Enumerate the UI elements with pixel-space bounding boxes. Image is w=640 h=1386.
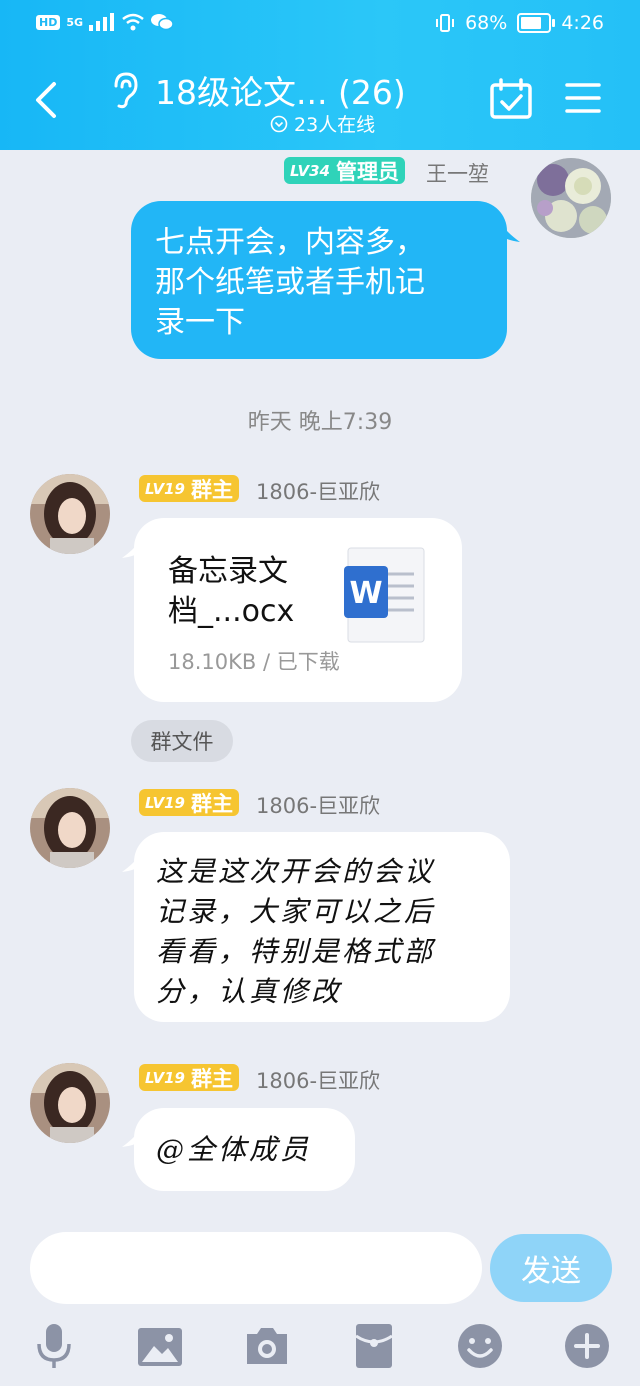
vibrate-icon <box>436 14 455 32</box>
message-input[interactable] <box>30 1232 482 1304</box>
sender-name: 1806-巨亚欣 <box>256 794 381 818</box>
plus-icon[interactable] <box>563 1322 611 1370</box>
file-name-line: 档_...ocx <box>168 594 295 629</box>
hd-indicator: HD <box>36 14 61 30</box>
timestamp: 昨天 晚上7:39 <box>247 410 393 435</box>
owner-badge: LV19 群主 <box>139 475 239 502</box>
group-files-tag[interactable]: 群文件 <box>131 720 233 762</box>
sender-name: 1806-巨亚欣 <box>256 480 381 504</box>
microphone-icon[interactable] <box>30 1322 78 1370</box>
message-bubble-self[interactable]: 七点开会，内容多， 那个纸笔或者手机记 录一下 <box>131 201 507 359</box>
ear-icon[interactable] <box>108 70 142 110</box>
clock: 4:26 <box>561 12 604 34</box>
send-button[interactable]: 发送 <box>490 1234 612 1302</box>
message-line: 这是这次开会的会议 <box>156 855 436 888</box>
portrait-avatar-icon <box>30 788 110 868</box>
chevron-down-circle-icon <box>270 115 288 132</box>
message-line: 录一下 <box>155 305 245 340</box>
battery-percent: 68% <box>465 12 508 34</box>
word-file-icon: W <box>344 547 425 643</box>
signal-icon <box>89 13 115 31</box>
avatar-sender[interactable] <box>30 474 110 554</box>
back-icon[interactable] <box>30 80 66 120</box>
chat-header: HD 5G 68% 4:26 18级论文... (26) 23人在线 <box>0 0 640 150</box>
message-line: 那个纸笔或者手机记 <box>155 265 425 300</box>
avatar-sender[interactable] <box>30 788 110 868</box>
message-line: 记录，大家可以之后 <box>156 895 436 928</box>
message-text: @全体成员 <box>156 1133 312 1166</box>
bubble-tail <box>500 222 520 242</box>
camera-icon[interactable] <box>243 1322 291 1370</box>
avatar-self[interactable] <box>531 158 611 238</box>
message-bubble[interactable]: @全体成员 <box>134 1108 355 1191</box>
avatar-sender[interactable] <box>30 1063 110 1143</box>
signal-label: 5G <box>66 15 84 29</box>
portrait-avatar-icon <box>30 1063 110 1143</box>
image-icon[interactable] <box>136 1322 184 1370</box>
message-bubble[interactable]: 这是这次开会的会议 记录，大家可以之后 看看，特别是格式部 分，认真修改 <box>134 832 510 1022</box>
sender-name: 王一堃 <box>426 162 489 186</box>
calendar-check-icon[interactable] <box>489 78 533 120</box>
owner-badge: LV19 群主 <box>139 1064 239 1091</box>
message-line: 七点开会，内容多， <box>155 225 425 260</box>
chat-title[interactable]: 18级论文... (26) <box>155 66 406 114</box>
file-meta: 18.10KB / 已下载 <box>168 650 340 674</box>
file-card[interactable]: 备忘录文 档_...ocx 18.10KB / 已下载 W <box>134 518 462 702</box>
message-line: 看看，特别是格式部 <box>156 935 436 968</box>
flower-avatar-icon <box>531 158 611 238</box>
online-count: 23人在线 <box>270 110 375 137</box>
portrait-avatar-icon <box>30 474 110 554</box>
wifi-icon <box>122 13 144 31</box>
red-packet-icon[interactable] <box>350 1322 398 1370</box>
sender-name: 1806-巨亚欣 <box>256 1069 381 1093</box>
word-letter: W <box>349 576 382 611</box>
emoji-icon[interactable] <box>456 1322 504 1370</box>
wechat-icon <box>151 14 174 31</box>
owner-badge: LV19 群主 <box>139 789 239 816</box>
status-bar: HD 5G 68% 4:26 <box>0 0 640 48</box>
battery-icon <box>517 13 556 33</box>
menu-icon[interactable] <box>565 82 601 114</box>
admin-badge: LV34 管理员 <box>284 157 405 184</box>
message-line: 分，认真修改 <box>156 975 343 1008</box>
file-name-line: 备忘录文 <box>168 554 288 589</box>
online-label: 23人在线 <box>294 114 376 136</box>
